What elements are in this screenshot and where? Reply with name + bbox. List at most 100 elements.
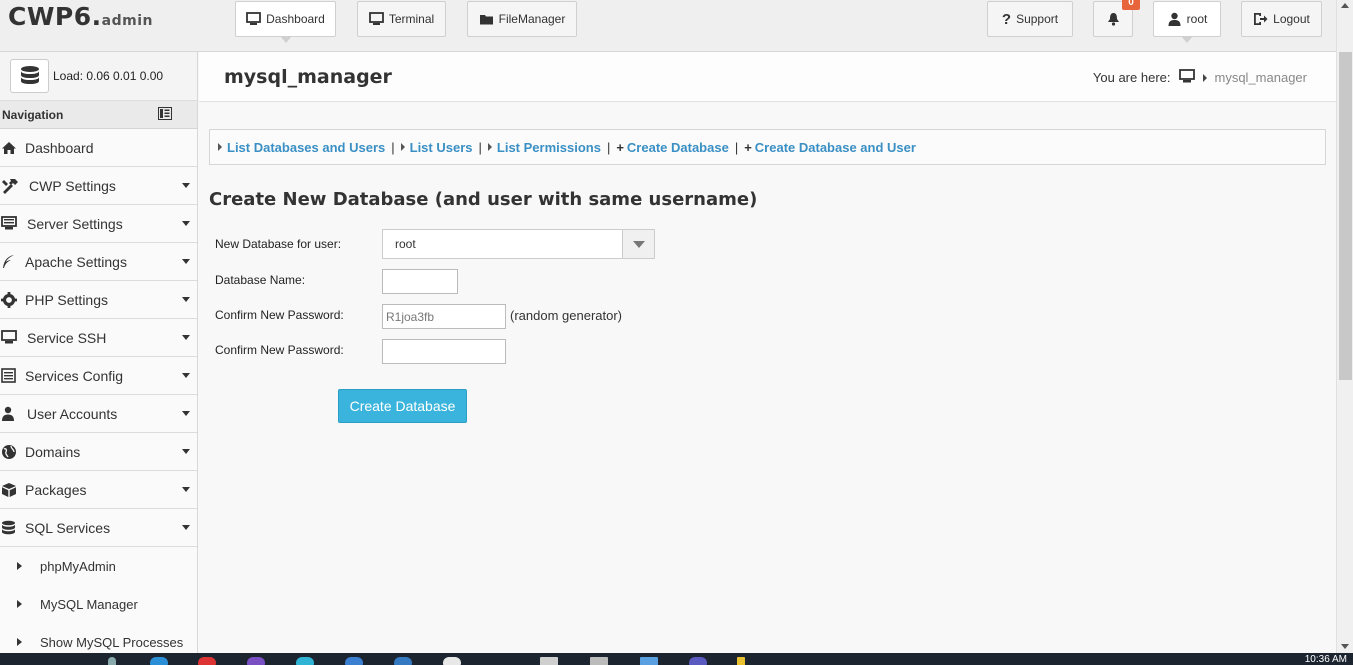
notifications-button[interactable]: 0 [1093, 0, 1140, 37]
app-icon[interactable] [296, 657, 314, 665]
user-select-value: root [395, 237, 416, 251]
database-name-label: Database Name: [215, 273, 306, 287]
sidebar-item-server-settings[interactable]: Server Settings [0, 205, 197, 243]
scrollbar-thumb[interactable] [1339, 52, 1352, 380]
sidebar-item-label: Domains [25, 443, 81, 460]
logout-icon [1253, 12, 1268, 26]
tools-icon [0, 178, 22, 194]
page-header: mysql_manager You are here: mysql_manage… [199, 52, 1336, 102]
sidebar-item-label: Server Settings [27, 215, 123, 232]
caret-right-icon [218, 143, 222, 151]
scroll-up-arrow-icon[interactable] [1341, 3, 1349, 8]
app-icon[interactable] [640, 657, 658, 665]
filemanager-button[interactable]: FileManager [467, 1, 577, 37]
database-name-input[interactable] [382, 269, 458, 294]
caret-down-icon [182, 411, 190, 416]
list-permissions-link[interactable]: List Permissions [497, 140, 601, 155]
app-icon[interactable] [394, 657, 412, 665]
scroll-down-arrow-icon[interactable] [1341, 644, 1349, 649]
caret-down-icon [182, 297, 190, 302]
sidebar-toggle-icon[interactable] [158, 106, 172, 123]
user-icon [1167, 12, 1182, 26]
page-scrollbar[interactable] [1336, 0, 1353, 653]
app-icon[interactable] [345, 657, 363, 665]
monitor-icon[interactable] [1178, 69, 1195, 86]
sidebar-item-user-accounts[interactable]: User Accounts [0, 395, 197, 433]
separator: | [478, 139, 482, 155]
app-icon[interactable] [689, 657, 707, 665]
sidebar-item-packages[interactable]: Packages [0, 471, 197, 509]
sidebar-item-label: Service SSH [27, 329, 107, 346]
sidebar-subitem-label: MySQL Manager [40, 596, 138, 612]
user-menu-button[interactable]: root [1153, 1, 1221, 43]
sidebar-item-sql-services[interactable]: SQL Services [0, 509, 197, 547]
os-taskbar: 10:36 AM [0, 653, 1353, 665]
database-icon [0, 520, 22, 536]
app-icon[interactable] [443, 657, 461, 665]
list-users-link[interactable]: List Users [410, 140, 473, 155]
confirm-password-input[interactable] [382, 339, 506, 364]
sidebar-item-services-config[interactable]: Services Config [0, 357, 197, 395]
caret-down-icon [182, 487, 190, 492]
caret-down-icon [182, 259, 190, 264]
app-icon[interactable] [540, 657, 558, 665]
caret-right-icon [17, 562, 22, 570]
user-select[interactable]: root [382, 229, 655, 259]
list-databases-users-link[interactable]: List Databases and Users [227, 140, 385, 155]
sidebar-item-cwp-settings[interactable]: CWP Settings [0, 167, 197, 205]
password-input[interactable] [382, 304, 506, 329]
load-label: Load: 0.06 0.01 0.00 [53, 69, 164, 83]
caret-down-icon [182, 373, 190, 378]
globe-icon [0, 444, 22, 460]
sidebar-subitem-mysql-manager[interactable]: MySQL Manager [0, 585, 197, 623]
caret-down-icon [182, 449, 190, 454]
caret-down-icon [182, 335, 190, 340]
terminal-button-label: Terminal [388, 12, 435, 26]
notification-badge: 0 [1122, 0, 1140, 10]
sidebar-subitem-show-mysql-processes[interactable]: Show MySQL Processes [0, 623, 197, 653]
sidebar-item-service-ssh[interactable]: Service SSH [0, 319, 197, 357]
dashboard-button[interactable]: Dashboard [235, 1, 336, 43]
random-generator-hint[interactable]: (random generator) [510, 308, 622, 323]
app-icon[interactable] [150, 657, 168, 665]
sidebar-item-label: Apache Settings [25, 253, 127, 270]
mysql-actions-bar: List Databases and Users | List Users | … [209, 129, 1326, 165]
create-database-and-user-link[interactable]: Create Database and User [755, 140, 916, 155]
box-icon [0, 482, 22, 498]
confirm-password-label: Confirm New Password: [215, 343, 344, 357]
password-label: Confirm New Password: [215, 308, 344, 322]
sidebar-item-dashboard[interactable]: Dashboard [0, 129, 197, 167]
app-icon[interactable] [590, 657, 608, 665]
user-name: root [1186, 12, 1208, 26]
navigation-title: Navigation [2, 107, 64, 122]
brand-logo[interactable]: CWP6.admin [8, 2, 153, 31]
sidebar-item-label: Packages [25, 481, 87, 498]
taskview-icon[interactable] [108, 657, 116, 665]
separator: | [391, 139, 395, 155]
app-icon[interactable] [247, 657, 265, 665]
home-icon [0, 141, 22, 155]
sidebar-item-php-settings[interactable]: PHP Settings [0, 281, 197, 319]
create-database-button[interactable]: Create Database [338, 389, 467, 423]
navigation-header: Navigation [0, 101, 197, 129]
caret-down-icon [182, 183, 190, 188]
logout-button[interactable]: Logout [1241, 1, 1322, 37]
sidebar-subitem-phpmyadmin[interactable]: phpMyAdmin [0, 547, 197, 585]
sidebar-item-label: Services Config [25, 367, 124, 384]
top-bar: CWP6.admin Dashboard Terminal FileManage… [0, 0, 1336, 52]
separator: | [734, 139, 739, 155]
chevron-down-icon[interactable] [622, 230, 654, 258]
sidebar-item-label: PHP Settings [25, 291, 109, 308]
app-icon[interactable] [198, 657, 216, 665]
sidebar-item-apache-settings[interactable]: Apache Settings [0, 243, 197, 281]
plus-icon: + [744, 139, 752, 155]
question-icon: ? [1001, 10, 1012, 28]
sidebar-item-label: Dashboard [25, 139, 94, 156]
support-button[interactable]: ? Support [987, 1, 1073, 37]
app-icon[interactable] [737, 657, 745, 665]
server-icon [0, 216, 22, 231]
form-title: Create New Database (and user with same … [209, 189, 758, 210]
sidebar-item-domains[interactable]: Domains [0, 433, 197, 471]
create-database-link[interactable]: Create Database [627, 140, 729, 155]
terminal-button[interactable]: Terminal [357, 1, 446, 37]
